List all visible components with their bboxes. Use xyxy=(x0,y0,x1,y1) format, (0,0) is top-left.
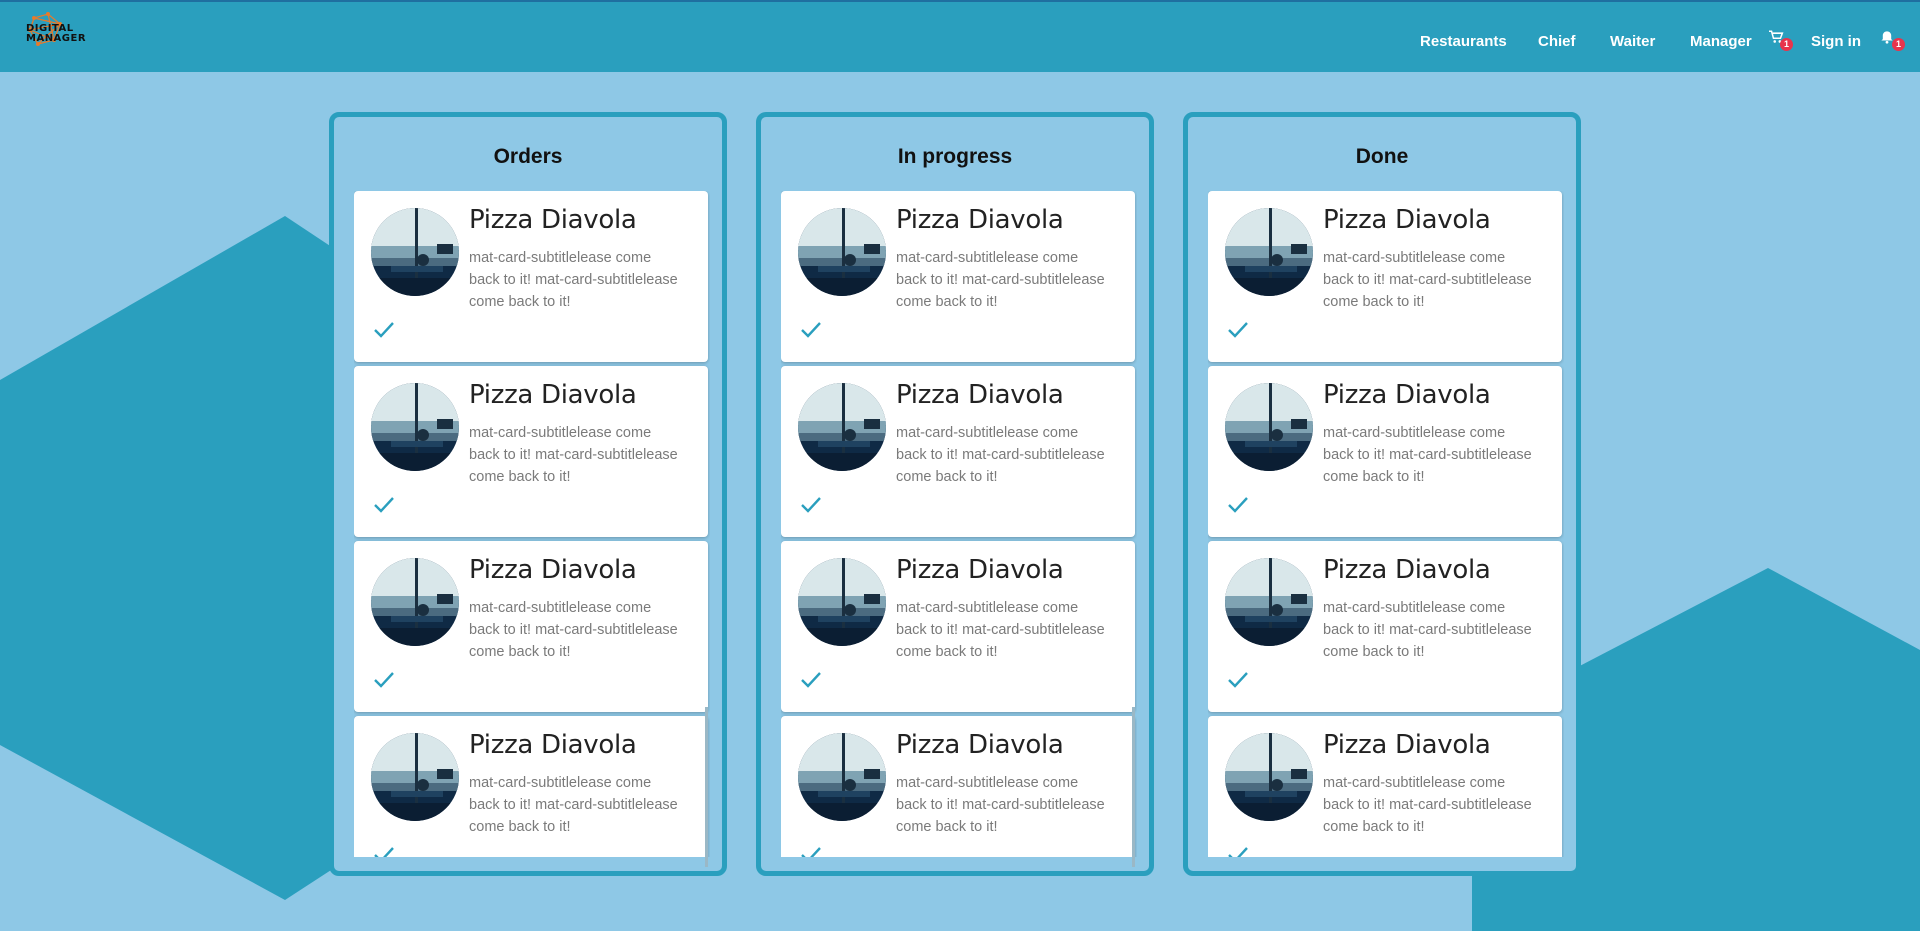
check-icon[interactable] xyxy=(1227,846,1249,857)
dish-photo xyxy=(1225,208,1313,296)
board-column: Done Pizza Diavola mat-card-subtitleleas… xyxy=(1183,112,1581,876)
check-icon[interactable] xyxy=(373,671,395,689)
dish-photo xyxy=(798,383,886,471)
dish-avatar xyxy=(371,383,459,471)
cart-button[interactable]: 1 xyxy=(1768,30,1794,52)
logo-text[interactable]: DIGITAL MANAGER xyxy=(26,24,86,44)
dish-photo xyxy=(371,733,459,821)
column-title: Orders xyxy=(493,145,563,168)
card-subtitle: mat-card-subtitlelease come back to it! … xyxy=(469,425,678,485)
notifications-button[interactable]: 1 xyxy=(1880,30,1906,52)
nav-manager[interactable]: Manager xyxy=(1690,33,1752,50)
dish-photo xyxy=(371,383,459,471)
dish-photo xyxy=(1225,558,1313,646)
board-column: Orders Pizza Diavola mat-card-subtitlele… xyxy=(329,112,727,876)
card-subtitle: mat-card-subtitlelease come back to it! … xyxy=(896,250,1105,310)
card-subtitle: mat-card-subtitlelease come back to it! … xyxy=(1323,425,1532,485)
cart-badge: 1 xyxy=(1780,38,1793,51)
order-card[interactable]: Pizza Diavola mat-card-subtitlelease com… xyxy=(354,716,708,857)
card-subtitle: mat-card-subtitlelease come back to it! … xyxy=(469,600,678,660)
card-subtitle: mat-card-subtitlelease come back to it! … xyxy=(896,425,1105,485)
card-subtitle: mat-card-subtitlelease come back to it! … xyxy=(1323,250,1532,310)
dish-avatar xyxy=(1225,383,1313,471)
card-title: Pizza Diavola xyxy=(1323,555,1491,585)
dish-avatar xyxy=(371,558,459,646)
card-title: Pizza Diavola xyxy=(1323,380,1491,410)
card-title: Pizza Diavola xyxy=(469,730,637,760)
dish-avatar xyxy=(371,733,459,821)
dish-photo xyxy=(371,208,459,296)
column-title: In progress xyxy=(897,145,1013,168)
card-list[interactable]: Pizza Diavola mat-card-subtitlelease com… xyxy=(1208,191,1564,857)
logo-line-2: MANAGER xyxy=(26,33,87,44)
order-card[interactable]: Pizza Diavola mat-card-subtitlelease com… xyxy=(1208,541,1562,712)
card-title: Pizza Diavola xyxy=(896,205,1064,235)
dish-avatar xyxy=(798,208,886,296)
card-title: Pizza Diavola xyxy=(896,380,1064,410)
order-card[interactable]: Pizza Diavola mat-card-subtitlelease com… xyxy=(1208,716,1562,857)
dish-photo xyxy=(798,733,886,821)
dish-photo xyxy=(371,558,459,646)
check-icon[interactable] xyxy=(1227,496,1249,514)
card-title: Pizza Diavola xyxy=(469,380,637,410)
dish-avatar xyxy=(1225,733,1313,821)
top-navbar: DIGITAL MANAGER Restaurants Chief Waiter… xyxy=(0,0,1920,72)
card-title: Pizza Diavola xyxy=(896,555,1064,585)
dish-avatar xyxy=(798,558,886,646)
order-card[interactable]: Pizza Diavola mat-card-subtitlelease com… xyxy=(781,716,1135,857)
dish-photo xyxy=(1225,733,1313,821)
dish-avatar xyxy=(1225,208,1313,296)
order-card[interactable]: Pizza Diavola mat-card-subtitlelease com… xyxy=(354,541,708,712)
check-icon[interactable] xyxy=(1227,671,1249,689)
card-title: Pizza Diavola xyxy=(896,730,1064,760)
card-subtitle: mat-card-subtitlelease come back to it! … xyxy=(1323,600,1532,660)
card-title: Pizza Diavola xyxy=(469,205,637,235)
card-title: Pizza Diavola xyxy=(469,555,637,585)
check-icon[interactable] xyxy=(800,846,822,857)
card-list[interactable]: Pizza Diavola mat-card-subtitlelease com… xyxy=(781,191,1137,857)
order-card[interactable]: Pizza Diavola mat-card-subtitlelease com… xyxy=(354,366,708,537)
check-icon[interactable] xyxy=(800,496,822,514)
check-icon[interactable] xyxy=(373,321,395,339)
check-icon[interactable] xyxy=(373,846,395,857)
scrollbar[interactable] xyxy=(705,707,708,867)
order-card[interactable]: Pizza Diavola mat-card-subtitlelease com… xyxy=(781,541,1135,712)
dish-avatar xyxy=(798,383,886,471)
card-title: Pizza Diavola xyxy=(1323,730,1491,760)
card-subtitle: mat-card-subtitlelease come back to it! … xyxy=(469,775,678,835)
check-icon[interactable] xyxy=(800,321,822,339)
notifications-badge: 1 xyxy=(1892,38,1905,51)
nav-chief[interactable]: Chief xyxy=(1538,33,1576,50)
card-subtitle: mat-card-subtitlelease come back to it! … xyxy=(896,600,1105,660)
nav-signin[interactable]: Sign in xyxy=(1811,33,1861,50)
check-icon[interactable] xyxy=(800,671,822,689)
dish-photo xyxy=(798,558,886,646)
card-subtitle: mat-card-subtitlelease come back to it! … xyxy=(896,775,1105,835)
card-subtitle: mat-card-subtitlelease come back to it! … xyxy=(469,250,678,310)
order-card[interactable]: Pizza Diavola mat-card-subtitlelease com… xyxy=(1208,366,1562,537)
order-card[interactable]: Pizza Diavola mat-card-subtitlelease com… xyxy=(1208,191,1562,362)
order-card[interactable]: Pizza Diavola mat-card-subtitlelease com… xyxy=(781,366,1135,537)
dish-avatar xyxy=(1225,558,1313,646)
nav-restaurants[interactable]: Restaurants xyxy=(1420,33,1507,50)
dish-photo xyxy=(798,208,886,296)
order-card[interactable]: Pizza Diavola mat-card-subtitlelease com… xyxy=(781,191,1135,362)
dish-avatar xyxy=(798,733,886,821)
card-subtitle: mat-card-subtitlelease come back to it! … xyxy=(1323,775,1532,835)
column-title: Done xyxy=(1355,145,1409,168)
board-column: In progress Pizza Diavola mat-card-subti… xyxy=(756,112,1154,876)
order-card[interactable]: Pizza Diavola mat-card-subtitlelease com… xyxy=(354,191,708,362)
card-title: Pizza Diavola xyxy=(1323,205,1491,235)
dish-photo xyxy=(1225,383,1313,471)
card-list[interactable]: Pizza Diavola mat-card-subtitlelease com… xyxy=(354,191,710,857)
nav-waiter[interactable]: Waiter xyxy=(1610,33,1655,50)
dish-avatar xyxy=(371,208,459,296)
scrollbar[interactable] xyxy=(1132,707,1135,867)
check-icon[interactable] xyxy=(373,496,395,514)
check-icon[interactable] xyxy=(1227,321,1249,339)
